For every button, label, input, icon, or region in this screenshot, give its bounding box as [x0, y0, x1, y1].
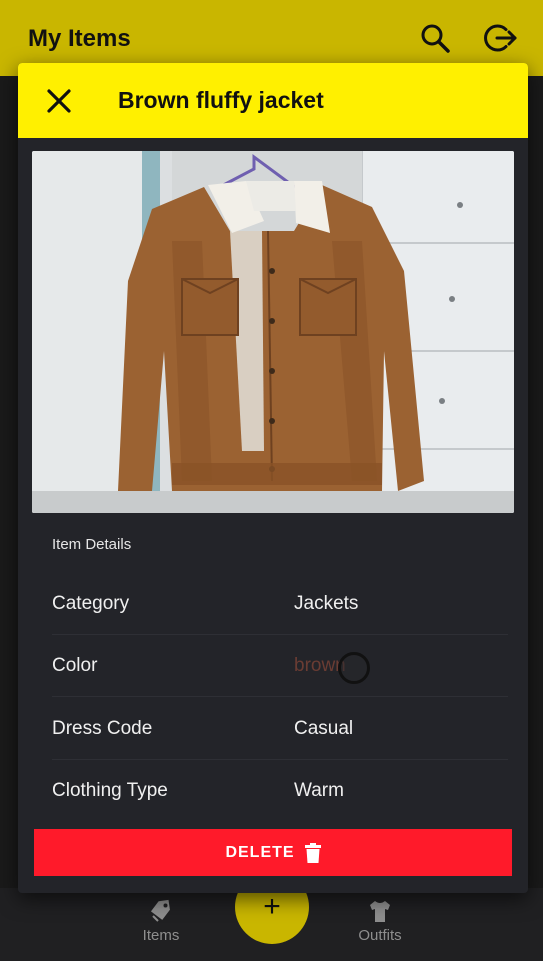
- close-icon[interactable]: [44, 86, 74, 116]
- logout-icon[interactable]: [483, 20, 519, 56]
- detail-row-color: Color brown: [52, 635, 508, 697]
- details-heading: Item Details: [52, 536, 132, 553]
- detail-row-category: Category Jackets: [52, 573, 508, 635]
- detail-row-clothing-type: Clothing Type Warm: [52, 760, 508, 822]
- detail-label: Category: [52, 592, 130, 614]
- detail-label: Clothing Type: [52, 780, 168, 801]
- nav-item-items[interactable]: Items: [121, 898, 201, 944]
- nav-item-outfits[interactable]: Outfits: [340, 898, 420, 944]
- page-title: My Items: [28, 25, 131, 52]
- detail-label: Color: [52, 654, 98, 676]
- item-photo: [32, 151, 514, 513]
- item-dialog: Brown fluffy jacket Item Details Categor…: [18, 63, 528, 893]
- search-icon[interactable]: [417, 20, 453, 56]
- trash-icon: [304, 842, 321, 863]
- delete-button[interactable]: DELETE: [34, 829, 512, 876]
- dialog-header: Brown fluffy jacket: [18, 63, 528, 138]
- detail-row-dress-code: Dress Code Casual: [52, 698, 508, 760]
- touch-indicator: [338, 651, 370, 684]
- detail-value-wrap: brown: [294, 651, 370, 684]
- nav-item-label: Items: [142, 927, 180, 944]
- detail-value: Casual: [294, 717, 354, 739]
- dialog-title: Brown fluffy jacket: [118, 87, 324, 113]
- shirt-icon: [340, 898, 420, 924]
- nav-item-label: Outfits: [358, 927, 402, 944]
- detail-value: Jackets: [294, 592, 359, 614]
- detail-value: Warm: [294, 780, 344, 801]
- delete-label: DELETE: [225, 843, 295, 861]
- tag-icon: [121, 898, 201, 924]
- detail-label: Dress Code: [52, 717, 153, 739]
